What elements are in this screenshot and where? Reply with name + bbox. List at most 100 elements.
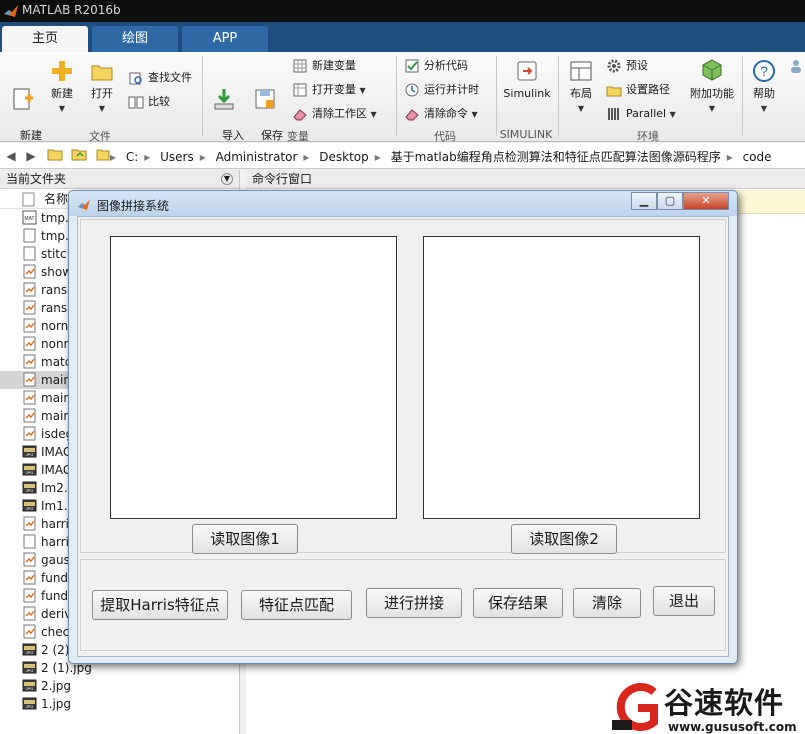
ribbon-separator xyxy=(558,56,559,136)
close-icon[interactable]: ✕ xyxy=(683,192,729,210)
set-path-button[interactable]: 设置路径 xyxy=(606,80,670,100)
run-time-icon xyxy=(405,83,419,97)
new-variable-button[interactable]: 新建变量 xyxy=(292,56,356,76)
ribbon-separator xyxy=(202,56,203,136)
svg-text:JPG: JPG xyxy=(26,686,34,691)
read-image2-button[interactable]: 读取图像2 xyxy=(511,524,617,554)
maximize-icon[interactable]: ▢ xyxy=(657,192,683,210)
fig-file-icon xyxy=(22,624,37,639)
file-list-item[interactable]: JPG 1.jpg xyxy=(0,695,239,713)
chevron-down-icon: ▼ xyxy=(760,104,768,113)
fig-file-icon xyxy=(22,300,37,315)
simulink-button[interactable]: Simulink xyxy=(502,58,552,101)
fig-file-icon xyxy=(22,588,37,603)
parallel-button[interactable]: Parallel ▼ xyxy=(606,104,676,124)
compare-icon xyxy=(128,96,144,109)
breadcrumb-item[interactable]: 基于matlab编程角点检测算法和特征点匹配算法图像源码程序 xyxy=(391,150,721,164)
svg-text:JPG: JPG xyxy=(26,650,34,655)
back-arrow-icon[interactable]: ◀ xyxy=(2,147,20,165)
ribbon-separator xyxy=(396,56,397,136)
file-name: harri xyxy=(41,535,69,549)
up-folder-icon[interactable] xyxy=(46,147,64,165)
breadcrumb-item[interactable]: Administrator xyxy=(216,150,298,164)
run-and-time-button[interactable]: 运行并计时 xyxy=(404,80,479,100)
ribbon-separator xyxy=(496,56,497,136)
jpg-file-icon: JPG xyxy=(22,462,37,477)
ribbon-toolstrip: 新建 脚本 新建▼ 打开▼ 查找文件 比较 文件 导入 数据 保存 工作区 新建… xyxy=(0,52,805,156)
exit-button[interactable]: 退出 xyxy=(653,586,715,616)
svg-text:JPG: JPG xyxy=(26,470,34,475)
file-name: norn xyxy=(41,319,69,333)
chevron-down-icon: ▼ xyxy=(708,104,716,113)
save-result-button[interactable]: 保存结果 xyxy=(473,588,563,618)
extract-harris-button[interactable]: 提取Harris特征点 xyxy=(92,590,228,620)
breadcrumb-item[interactable]: Users xyxy=(160,150,194,164)
breadcrumb-item[interactable]: C: xyxy=(126,150,138,164)
tab-apps[interactable]: APP xyxy=(182,26,268,52)
dialog-content: 读取图像1 读取图像2 提取Harris特征点 特征点匹配 进行拼接 保存结果 … xyxy=(77,216,729,657)
find-files-button[interactable]: 查找文件 xyxy=(128,68,192,88)
compare-button[interactable]: 比较 xyxy=(128,92,170,112)
addons-button[interactable]: 附加功能 ▼ xyxy=(686,58,738,116)
file-name: harri xyxy=(41,517,69,531)
current-folder-header: 当前文件夹 ▼ xyxy=(0,170,239,189)
group-label-file: 文件 xyxy=(89,130,111,143)
file-name: stitc xyxy=(41,247,67,261)
chevron-down-icon: ▼ xyxy=(359,86,366,95)
ribbon-tab-bar: 主页 绘图 APP xyxy=(0,22,805,52)
tab-home[interactable]: 主页 xyxy=(2,26,88,52)
addons-icon xyxy=(702,59,722,81)
group-label-variable: 变量 xyxy=(287,130,309,143)
stitch-button[interactable]: 进行拼接 xyxy=(366,588,462,618)
file-name: 2 (2) xyxy=(41,643,70,657)
open-variable-icon xyxy=(293,83,307,97)
feature-match-button[interactable]: 特征点匹配 xyxy=(241,590,352,620)
window-controls: ▁ ▢ ✕ xyxy=(631,192,731,210)
tab-plots[interactable]: 绘图 xyxy=(92,26,178,52)
analyze-code-button[interactable]: 分析代码 xyxy=(404,56,468,76)
breadcrumb-item[interactable]: code xyxy=(743,150,772,164)
layout-icon xyxy=(570,61,592,81)
minimize-icon[interactable]: ▁ xyxy=(631,192,657,210)
chevron-down-icon: ▼ xyxy=(370,110,377,119)
gear-icon xyxy=(607,59,621,73)
breadcrumb-item[interactable]: Desktop xyxy=(319,150,369,164)
file-list-item[interactable]: JPG 2.jpg xyxy=(0,677,239,695)
layout-button[interactable]: 布局 ▼ xyxy=(564,58,598,116)
new-button[interactable]: 新建 ▼ xyxy=(46,58,78,116)
help-button[interactable]: ? 帮助 ▼ xyxy=(748,58,780,116)
fig-file-icon xyxy=(22,408,37,423)
chevron-down-icon: ▼ xyxy=(669,110,676,119)
dialog-title-bar[interactable]: 图像拼接系统 ▁ ▢ ✕ xyxy=(69,191,737,216)
import-data-icon xyxy=(214,89,234,110)
eraser-icon xyxy=(405,109,419,121)
file-name: main xyxy=(41,391,71,405)
file-name: main xyxy=(41,409,71,423)
browse-folder-icon[interactable] xyxy=(70,147,88,165)
simulink-icon xyxy=(517,61,537,81)
svg-text:JPG: JPG xyxy=(26,488,34,493)
chevron-down-icon: ▼ xyxy=(98,104,106,113)
chevron-down-icon: ▼ xyxy=(471,110,478,119)
community-icon[interactable] xyxy=(788,56,805,76)
open-button[interactable]: 打开 ▼ xyxy=(86,58,118,116)
file-name: matc xyxy=(41,355,72,369)
app-title: MATLAB R2016b xyxy=(22,3,121,17)
clear-workspace-button[interactable]: 清除工作区 ▼ xyxy=(292,104,377,124)
read-image1-button[interactable]: 读取图像1 xyxy=(192,524,298,554)
m-file-icon xyxy=(22,246,37,261)
watermark-name: 谷速软件 xyxy=(664,686,785,720)
forward-arrow-icon[interactable]: ▶ xyxy=(22,147,40,165)
preferences-button[interactable]: 预设 xyxy=(606,56,648,76)
open-variable-button[interactable]: 打开变量 ▼ xyxy=(292,80,366,100)
find-files-icon xyxy=(129,72,142,85)
file-name: tmp. xyxy=(41,229,69,243)
clear-commands-button[interactable]: 清除命令 ▼ xyxy=(404,104,478,124)
clear-button[interactable]: 清除 xyxy=(573,588,641,618)
image-panel: 读取图像1 读取图像2 xyxy=(80,219,726,554)
panel-menu-icon[interactable]: ▼ xyxy=(221,173,233,185)
dialog-title: 图像拼接系统 xyxy=(97,199,170,213)
folder-icon xyxy=(91,65,113,81)
watermark: 谷速软件 www.gususoft.com xyxy=(612,680,805,734)
file-name: chec xyxy=(41,625,70,639)
